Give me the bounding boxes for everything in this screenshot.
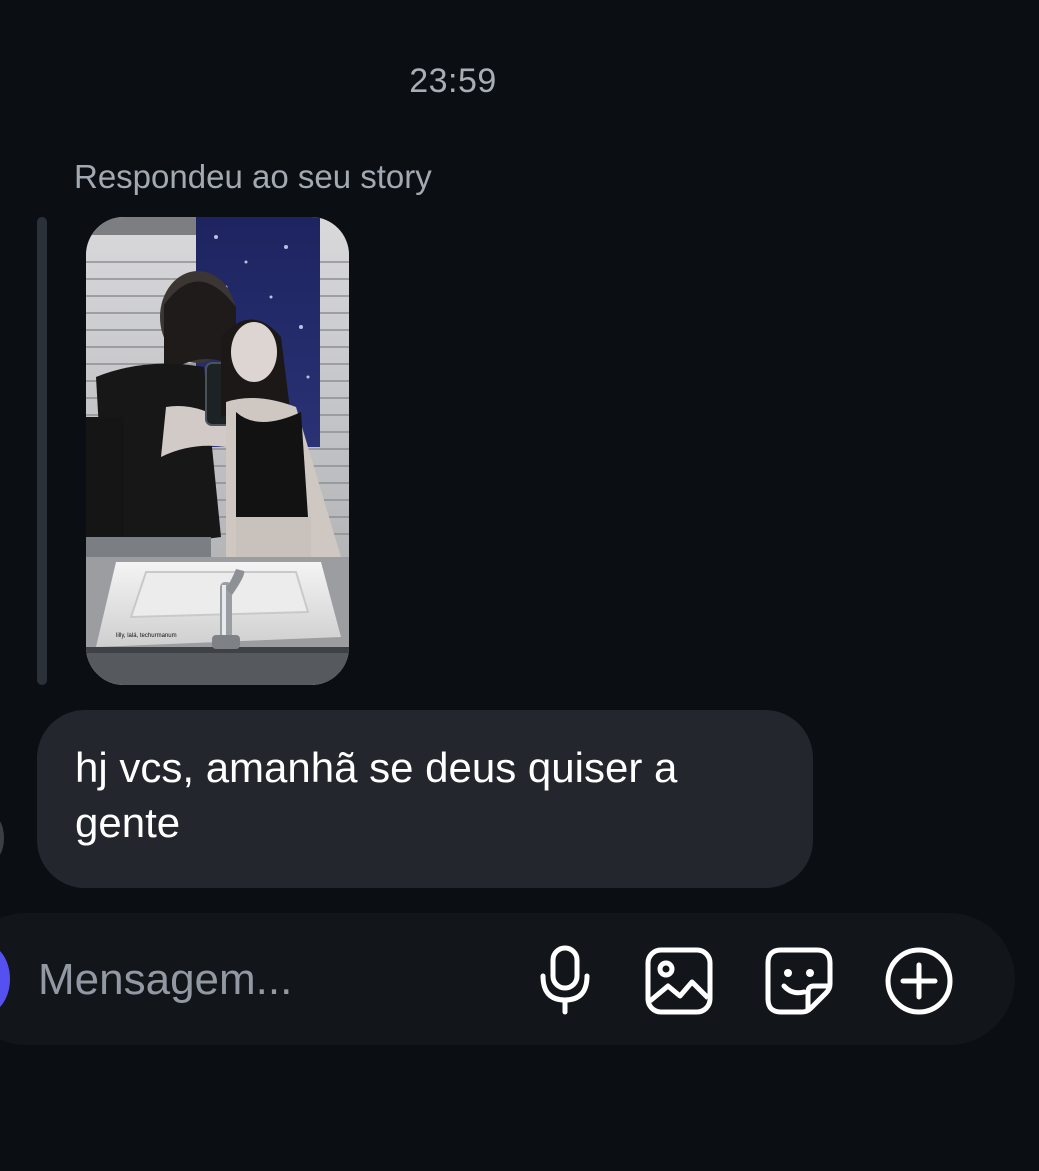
story-reply-label: Respondeu ao seu story — [74, 158, 432, 195]
message-bubble[interactable]: hj vcs, amanhã se deus quiser a gente — [37, 710, 813, 888]
message-input[interactable]: Mensagem... — [38, 950, 292, 1010]
gallery-button[interactable] — [642, 944, 716, 1018]
microphone-button[interactable] — [528, 944, 602, 1018]
story-photo: lilly, lalá, techurmanum — [86, 217, 349, 685]
more-button[interactable] — [882, 944, 956, 1018]
story-caption: lilly, lalá, techurmanum — [116, 633, 177, 639]
sticker-button[interactable] — [762, 944, 836, 1018]
sender-avatar — [0, 818, 4, 858]
microphone-icon — [540, 945, 590, 1015]
chat-screen: 23:59 Respondeu ao seu story lilly, lalá… — [0, 0, 1039, 1171]
plus-circle-icon — [885, 947, 953, 1015]
story-thumbnail[interactable]: lilly, lalá, techurmanum — [86, 217, 349, 685]
message-timestamp: 23:59 — [409, 62, 497, 100]
sticker-icon — [765, 947, 833, 1015]
image-icon — [645, 947, 713, 1015]
reply-indicator-bar — [37, 217, 47, 685]
